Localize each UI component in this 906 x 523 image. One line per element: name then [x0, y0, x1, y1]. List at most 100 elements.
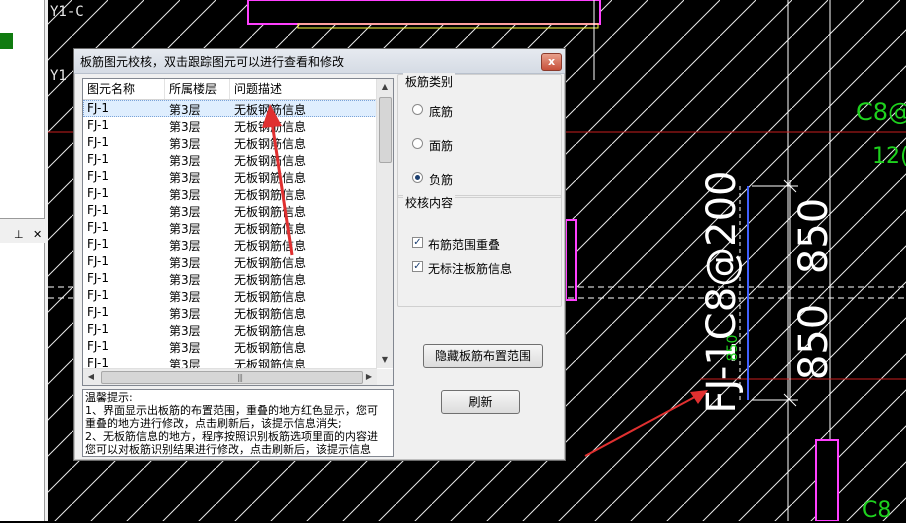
table-row[interactable]: FJ-1 第3层 无板钢筋信息 [83, 338, 377, 355]
cell-floor: 第3层 [169, 273, 201, 287]
hide-range-button[interactable]: 隐藏板筋布置范围 [423, 344, 543, 368]
scroll-thumb[interactable] [379, 97, 392, 163]
cell-name: FJ-1 [87, 339, 109, 353]
cell-desc: 无板钢筋信息 [234, 324, 307, 338]
cell-name: FJ-1 [87, 271, 109, 285]
scroll-corner [377, 369, 393, 385]
cell-desc: 无板钢筋信息 [234, 222, 307, 236]
close-icon[interactable]: ✕ [33, 228, 42, 241]
tips-box: 温馨提示: 1、界面显示出板筋的布置范围，重叠的地方红色显示，您可 重叠的地方进… [82, 389, 394, 457]
checkbox-label[interactable]: 无标注板筋信息 [428, 260, 512, 277]
cell-desc: 无板钢筋信息 [234, 239, 307, 253]
scroll-right-icon[interactable]: ▶ [361, 369, 377, 385]
cell-desc: 无板钢筋信息 [234, 120, 307, 134]
scroll-down-icon[interactable]: ▼ [377, 352, 393, 368]
table-row[interactable]: FJ-1 第3层 无板钢筋信息 [83, 168, 377, 185]
tip-line: 温馨提示: [85, 391, 133, 404]
cell-desc: 无板钢筋信息 [234, 341, 307, 355]
column-header-name[interactable]: 图元名称 [83, 79, 165, 99]
radio-label[interactable]: 底筋 [429, 103, 453, 120]
table-row[interactable]: FJ-1 第3层 无板钢筋信息 [83, 270, 377, 287]
table-row[interactable]: FJ-1 第3层 无板钢筋信息 [83, 202, 377, 219]
vertical-scrollbar[interactable]: ▲ ▼ [376, 79, 393, 368]
horizontal-scrollbar[interactable]: ◀ ||| ▶ [83, 368, 377, 385]
column-header-desc[interactable]: 问题描述 [230, 79, 377, 99]
cell-name: FJ-1 [87, 305, 109, 319]
cell-name: FJ-1 [87, 186, 109, 200]
check-content-group: 校核内容 ✓ 布筋范围重叠 ✓ 无标注板筋信息 [397, 194, 562, 307]
green-label-c8-bottom: C8 [862, 498, 892, 523]
axis-label-y1c: Y1-C [50, 4, 84, 20]
cell-floor: 第3层 [169, 324, 201, 338]
pin-icon[interactable]: ⊥ [14, 228, 24, 241]
cell-name: FJ-1 [87, 288, 109, 302]
tip-line: 重叠的地方进行修改，点击刷新后，该提示信息消失; [85, 417, 342, 430]
close-button[interactable]: x [541, 53, 562, 71]
radio-label[interactable]: 面筋 [429, 137, 453, 154]
cell-floor: 第3层 [169, 137, 201, 151]
checkbox-box[interactable]: ✓ [412, 237, 423, 248]
table-row[interactable]: FJ-1 第3层 无板钢筋信息 [83, 253, 377, 270]
dialog-title: 板筋图元校核，双击跟踪图元可以进行查看和修改 [80, 55, 345, 69]
dimension-850-top: 850 [791, 197, 837, 275]
table-row[interactable]: FJ-1 第3层 无板钢筋信息 [83, 151, 377, 168]
rebar-check-dialog: 板筋图元校核，双击跟踪图元可以进行查看和修改 x 图元名称 所属楼层 问题描述 … [73, 48, 566, 461]
cell-floor: 第3层 [169, 239, 201, 253]
cell-floor: 第3层 [169, 120, 201, 134]
rebar-annotation[interactable]: FJ-1C8@200 [699, 171, 745, 414]
rebar-type-label: 板筋类别 [403, 73, 456, 90]
cell-desc: 无板钢筋信息 [234, 273, 307, 287]
cell-desc: 无板钢筋信息 [234, 290, 307, 304]
cell-name: FJ-1 [87, 322, 109, 336]
green-label-c8: C8@ [856, 98, 906, 126]
selection-indicator [0, 33, 13, 49]
table-row[interactable]: FJ-1 第3层 无板钢筋信息 [83, 134, 377, 151]
table-row[interactable]: FJ-1 第3层 无板钢筋信息 [83, 100, 377, 117]
cell-name: FJ-1 [87, 152, 109, 166]
scroll-up-icon[interactable]: ▲ [377, 79, 393, 95]
checkbox-box[interactable]: ✓ [412, 261, 423, 272]
panel-titlebar: ⊥ ✕ [0, 228, 48, 242]
table-row[interactable]: FJ-1 第3层 无板钢筋信息 [83, 321, 377, 338]
check-content-label: 校核内容 [403, 194, 456, 211]
cell-name: FJ-1 [87, 118, 109, 132]
checkbox-label[interactable]: 布筋范围重叠 [428, 236, 500, 253]
cell-desc: 无板钢筋信息 [234, 171, 307, 185]
table-row[interactable]: FJ-1 第3层 无板钢筋信息 [83, 304, 377, 321]
refresh-button[interactable]: 刷新 [441, 390, 520, 414]
green-label-12: 12( [872, 144, 906, 169]
column-header-floor[interactable]: 所属楼层 [165, 79, 230, 99]
cell-floor: 第3层 [169, 171, 201, 185]
table-row[interactable]: FJ-1 第3层 无板钢筋信息 [83, 287, 377, 304]
scroll-left-icon[interactable]: ◀ [83, 369, 99, 385]
cell-name: FJ-1 [87, 101, 109, 115]
list-header: 图元名称 所属楼层 问题描述 [83, 79, 377, 100]
axis-label-y1: Y1 [50, 68, 67, 84]
table-row[interactable]: FJ-1 第3层 无板钢筋信息 [83, 219, 377, 236]
cell-desc: 无板钢筋信息 [234, 256, 307, 270]
cell-name: FJ-1 [87, 203, 109, 217]
dialog-titlebar[interactable]: 板筋图元校核，双击跟踪图元可以进行查看和修改 x [74, 49, 565, 74]
wall-outline-top [247, 0, 601, 25]
radio-dot[interactable] [412, 104, 423, 115]
cell-floor: 第3层 [169, 103, 201, 117]
radio-dot[interactable] [412, 138, 423, 149]
cell-floor: 第3层 [169, 341, 201, 355]
radio-dot-selected[interactable] [412, 172, 423, 183]
layer-panel [0, 243, 45, 521]
tip-line: 2、无板筋信息的地方，程序按照识别板筋选项里面的内容进 [85, 430, 378, 443]
cell-desc: 无板钢筋信息 [234, 103, 307, 117]
cell-desc: 无板钢筋信息 [234, 307, 307, 321]
table-row[interactable]: FJ-1 第3层 无板钢筋信息 [83, 236, 377, 253]
table-row[interactable]: FJ-1 第3层 无板钢筋信息 [83, 117, 377, 134]
tip-line: 您可以对板筋识别结果进行修改，点击刷新后，该提示信息 [85, 443, 371, 456]
table-row[interactable]: FJ-1 第3层 无板钢筋信息 [83, 185, 377, 202]
issue-list[interactable]: 图元名称 所属楼层 问题描述 FJ-1 第3层 无板钢筋信息 FJ-1 第3层 无板钢筋信… [82, 78, 394, 386]
hscroll-thumb[interactable]: ||| [101, 371, 363, 384]
left-dock-panel: ⊥ ✕ [0, 0, 48, 521]
property-panel [0, 0, 45, 219]
cell-floor: 第3层 [169, 154, 201, 168]
cell-floor: 第3层 [169, 188, 201, 202]
cell-desc: 无板钢筋信息 [234, 154, 307, 168]
radio-label[interactable]: 负筋 [429, 171, 453, 188]
